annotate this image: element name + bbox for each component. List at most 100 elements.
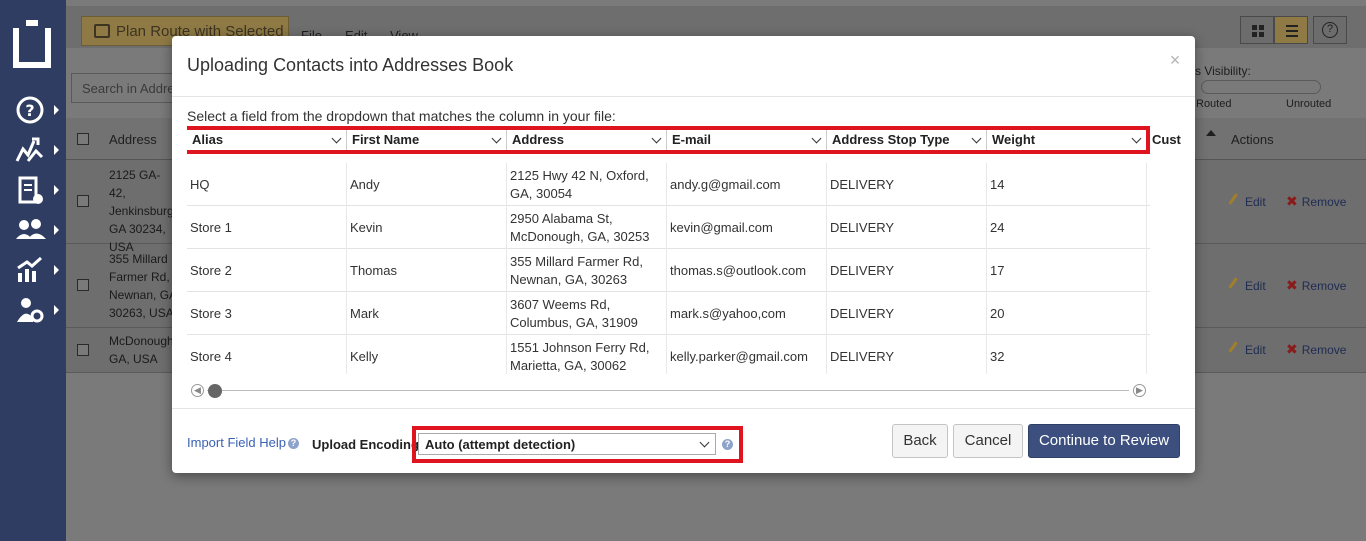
question-icon: ? bbox=[1322, 22, 1338, 38]
upload-encoding-select[interactable]: Auto (attempt detection) bbox=[418, 433, 716, 455]
left-nav: ? bbox=[0, 0, 66, 541]
preview-cell: Store 1 bbox=[187, 206, 347, 249]
preview-cell: Kelly bbox=[347, 335, 507, 374]
preview-cell: HQ bbox=[187, 163, 347, 206]
preview-cell: DELIVERY bbox=[827, 335, 987, 374]
horizontal-scrollbar[interactable]: ◀ ▶ bbox=[191, 384, 1147, 398]
header-highlight-box bbox=[187, 126, 1150, 154]
preview-cell: 2950 Alabama St, McDonough, GA, 30253 bbox=[507, 206, 667, 249]
nav-help[interactable]: ? bbox=[0, 91, 66, 131]
preview-cell: andy.g@gmail.com bbox=[667, 163, 827, 206]
preview-cell: DELIVERY bbox=[827, 163, 987, 206]
preview-row: HQ Andy 2125 Hwy 42 N, Oxford, GA, 30054 an… bbox=[187, 163, 1150, 206]
row-edit-link[interactable]: Edit bbox=[1228, 341, 1266, 357]
address-book-icon bbox=[14, 175, 46, 207]
preview-cell: kevin@gmail.com bbox=[667, 206, 827, 249]
preview-row: Store 2 Thomas 355 Millard Farmer Rd, Newn… bbox=[187, 249, 1150, 292]
svg-text:?: ? bbox=[25, 101, 34, 120]
preview-cell: DELIVERY bbox=[827, 249, 987, 292]
row-remove-link[interactable]: ✖ Remove bbox=[1286, 277, 1346, 294]
row-checkbox[interactable] bbox=[77, 279, 89, 291]
chevron-down-icon bbox=[699, 437, 710, 448]
upload-contacts-modal: Uploading Contacts into Addresses Book ×… bbox=[172, 36, 1195, 473]
list-icon bbox=[1286, 25, 1298, 37]
preview-cell: 355 Millard Farmer Rd, Newnan, GA, 30263 bbox=[507, 249, 667, 292]
visibility-routed: Routed bbox=[1196, 98, 1232, 110]
close-icon[interactable]: × bbox=[1168, 50, 1182, 70]
preview-cell: Mark bbox=[347, 292, 507, 335]
row-address: 2125 GA-42, Jenkinsburg, GA 30234, USA bbox=[109, 168, 177, 254]
route-sign-icon bbox=[94, 24, 110, 38]
preview-cell: 3607 Weems Rd, Columbus, GA, 31909 bbox=[507, 292, 667, 335]
preview-cell: Thomas bbox=[347, 249, 507, 292]
preview-cell: DELIVERY bbox=[827, 292, 987, 335]
column-mapping-dropdown[interactable]: Custom bbox=[1147, 129, 1181, 151]
row-edit-link[interactable]: Edit bbox=[1228, 277, 1266, 293]
remove-x-icon: ✖ bbox=[1286, 341, 1298, 357]
scroll-thumb[interactable] bbox=[208, 384, 222, 398]
scroll-left-icon[interactable]: ◀ bbox=[191, 384, 204, 397]
help-button[interactable]: ? bbox=[1313, 16, 1347, 44]
row-remove-link[interactable]: ✖ Remove bbox=[1286, 341, 1346, 358]
row-address: 355 Millard Farmer Rd, Newnan, GA 30263,… bbox=[109, 252, 177, 320]
select-all-checkbox[interactable] bbox=[77, 133, 89, 145]
header-address: Address bbox=[109, 132, 157, 147]
grid-icon bbox=[1252, 25, 1264, 37]
upload-encoding-label: Upload Encoding bbox=[312, 437, 419, 452]
preview-cell: 17 bbox=[987, 249, 1147, 292]
preview-cell: 1551 Johnson Ferry Rd, Marietta, GA, 300… bbox=[507, 335, 667, 374]
grid-view-button[interactable] bbox=[1240, 16, 1274, 44]
app-logo bbox=[13, 20, 51, 70]
encoding-help-icon[interactable]: ? bbox=[722, 439, 733, 450]
row-checkbox[interactable] bbox=[77, 344, 89, 356]
user-gear-icon bbox=[14, 295, 46, 327]
chart-growth-icon bbox=[14, 255, 46, 287]
preview-cell: Store 2 bbox=[187, 249, 347, 292]
back-button[interactable]: Back bbox=[892, 424, 948, 458]
preview-row: Store 1 Kevin 2950 Alabama St, McDonough, … bbox=[187, 206, 1150, 249]
row-edit-link[interactable]: Edit bbox=[1228, 193, 1266, 209]
route-arrows-icon bbox=[14, 135, 46, 167]
pencil-icon bbox=[1228, 193, 1244, 209]
team-icon bbox=[14, 215, 46, 247]
remove-x-icon: ✖ bbox=[1286, 193, 1298, 209]
preview-cell: 24 bbox=[987, 206, 1147, 249]
preview-cell: 14 bbox=[987, 163, 1147, 206]
remove-x-icon: ✖ bbox=[1286, 277, 1298, 293]
header-actions: Actions bbox=[1231, 132, 1274, 147]
modal-header-divider bbox=[172, 96, 1195, 97]
modal-footer-divider bbox=[172, 408, 1195, 409]
nav-user-settings[interactable] bbox=[0, 291, 66, 331]
preview-cell: kelly.parker@gmail.com bbox=[667, 335, 827, 374]
continue-to-review-button[interactable]: Continue to Review bbox=[1028, 424, 1180, 458]
mapping-grid: Alias First Name Address E-mail Address … bbox=[187, 126, 1181, 374]
visibility-slider[interactable] bbox=[1201, 80, 1321, 94]
preview-cell: 32 bbox=[987, 335, 1147, 374]
preview-cell: thomas.s@outlook.com bbox=[667, 249, 827, 292]
sort-up-icon[interactable] bbox=[1206, 130, 1216, 136]
pencil-icon bbox=[1228, 341, 1244, 357]
mapping-instruction: Select a field from the dropdown that ma… bbox=[187, 108, 616, 124]
help-question-icon: ? bbox=[287, 438, 299, 449]
scroll-right-icon[interactable]: ▶ bbox=[1133, 384, 1146, 397]
nav-team[interactable] bbox=[0, 211, 66, 251]
preview-cell: 2125 Hwy 42 N, Oxford, GA, 30054 bbox=[507, 163, 667, 206]
cancel-button[interactable]: Cancel bbox=[953, 424, 1023, 458]
nav-addresses[interactable] bbox=[0, 171, 66, 211]
pencil-icon bbox=[1228, 277, 1244, 293]
help-circle-icon: ? bbox=[14, 95, 46, 127]
row-remove-link[interactable]: ✖ Remove bbox=[1286, 193, 1346, 210]
import-field-help-link[interactable]: Import Field Help? bbox=[187, 435, 299, 450]
list-view-button[interactable] bbox=[1274, 16, 1308, 44]
nav-analytics[interactable] bbox=[0, 251, 66, 291]
preview-cell: mark.s@yahoo,com bbox=[667, 292, 827, 335]
preview-cell: 20 bbox=[987, 292, 1147, 335]
row-checkbox[interactable] bbox=[77, 195, 89, 207]
preview-row: Store 3 Mark 3607 Weems Rd, Columbus, GA, … bbox=[187, 292, 1150, 335]
row-address: McDonough, GA, USA bbox=[109, 334, 177, 366]
preview-cell: Kevin bbox=[347, 206, 507, 249]
nav-routes[interactable] bbox=[0, 131, 66, 171]
modal-title: Uploading Contacts into Addresses Book bbox=[187, 55, 514, 75]
visibility-unrouted: Unrouted bbox=[1286, 98, 1332, 110]
preview-cell: Store 3 bbox=[187, 292, 347, 335]
